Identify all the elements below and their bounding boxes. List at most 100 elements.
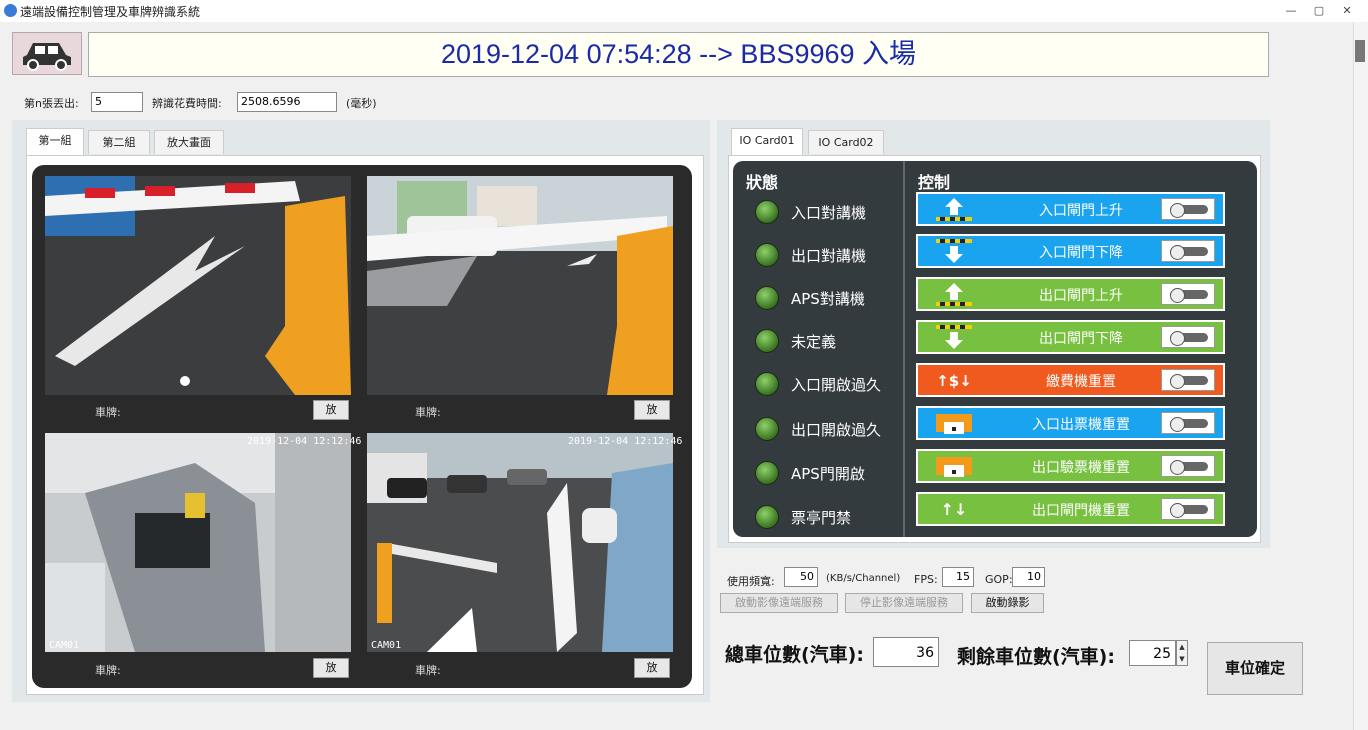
total-spaces-field[interactable]: 36	[873, 637, 939, 667]
start-recording-button[interactable]: 啟動錄影	[971, 593, 1044, 613]
control-row[interactable]: 入口閘門上升	[916, 192, 1225, 226]
car-mode-button[interactable]	[12, 32, 82, 75]
bandwidth-label: 使用頻寬:	[727, 575, 775, 588]
camera-feed-2[interactable]	[367, 176, 673, 395]
car-icon	[23, 43, 71, 71]
control-row[interactable]: 出口閘門上升	[916, 277, 1225, 311]
camera-3-plate-label: 車牌:	[95, 664, 121, 677]
svg-text:↑$↓: ↑$↓	[936, 372, 972, 390]
window-title-bar	[0, 0, 1368, 22]
control-toggle-switch[interactable]	[1161, 283, 1215, 305]
fps-field[interactable]: 15	[942, 567, 974, 587]
control-row[interactable]: ↑↓ 出口閘門機重置	[916, 492, 1225, 526]
status-label: APS門開啟	[791, 465, 865, 483]
minimize-button[interactable]: —	[1278, 2, 1304, 20]
status-led	[755, 286, 779, 310]
control-label: 出口閘門下降	[1039, 331, 1123, 347]
close-button[interactable]: ✕	[1334, 2, 1360, 20]
control-label: 入口閘門下降	[1039, 245, 1123, 261]
recognition-time-unit: (毫秒)	[346, 97, 377, 110]
status-label: 票亭門禁	[791, 509, 852, 527]
toggle-knob	[1170, 374, 1185, 389]
status-label: 出口對講機	[791, 247, 867, 265]
dropped-index-field[interactable]: 5	[91, 92, 143, 112]
status-label: APS對講機	[791, 290, 865, 308]
bandwidth-unit: (KB/s/Channel)	[826, 573, 901, 584]
control-label: 入口閘門上升	[1039, 203, 1123, 219]
control-toggle-switch[interactable]	[1161, 240, 1215, 262]
tab-group-2[interactable]: 第二組	[88, 130, 150, 154]
up-down-arrows-icon: ↑↓	[932, 496, 976, 522]
control-label: 出口閘門上升	[1039, 288, 1123, 304]
control-row[interactable]: 出口驗票機重置	[916, 449, 1225, 483]
arrow-up-barrier-icon	[932, 196, 976, 222]
control-label: 入口出票機重置	[1032, 417, 1130, 433]
control-toggle-switch[interactable]	[1161, 498, 1215, 520]
arrow-down-barrier-icon	[932, 324, 976, 350]
remaining-spaces-label: 剩餘車位數(汽車):	[957, 646, 1115, 668]
status-label: 出口開啟過久	[791, 421, 882, 439]
status-led	[755, 505, 779, 529]
control-row[interactable]: 出口閘門下降	[916, 320, 1225, 354]
remaining-spaces-field[interactable]: 25	[1129, 640, 1176, 666]
status-label: 入口對講機	[791, 204, 867, 222]
control-toggle-switch[interactable]	[1161, 326, 1215, 348]
control-toggle-switch[interactable]	[1161, 412, 1215, 434]
stop-video-service-button[interactable]: 停止影像遠端服務	[845, 593, 963, 613]
camera-4-zoom-button[interactable]: 放	[634, 658, 670, 678]
camera-feed-1[interactable]	[45, 176, 351, 395]
tab-io-card-02[interactable]: IO Card02	[808, 130, 884, 154]
ticket-machine-icon	[932, 453, 976, 479]
control-toggle-switch[interactable]	[1161, 198, 1215, 220]
toggle-knob	[1170, 203, 1185, 218]
tab-zoomed-view[interactable]: 放大畫面	[154, 130, 224, 154]
camera-1-zoom-button[interactable]: 放	[313, 400, 349, 420]
toggle-knob	[1170, 331, 1185, 346]
camera-feed-4[interactable]	[367, 433, 673, 652]
status-led	[755, 417, 779, 441]
bandwidth-field[interactable]: 50	[784, 567, 818, 587]
scrollbar-thumb[interactable]	[1355, 40, 1365, 62]
control-toggle-switch[interactable]	[1161, 369, 1215, 391]
dropped-index-label: 第n張丟出:	[24, 97, 79, 110]
status-label: 入口開啟過久	[791, 376, 882, 394]
status-header: 狀態	[746, 173, 779, 192]
status-led	[755, 372, 779, 396]
camera-3-timestamp: 2019-12-04 12:12:46	[247, 436, 362, 447]
vertical-scrollbar[interactable]	[1353, 22, 1368, 730]
toggle-knob	[1170, 288, 1185, 303]
gop-label: GOP:	[985, 573, 1013, 586]
remaining-spaces-spinner[interactable]: ▲ ▼	[1176, 640, 1188, 666]
gop-field[interactable]: 10	[1012, 567, 1045, 587]
camera-4-timestamp: 2019-12-04 12:12:46	[568, 436, 683, 447]
tab-group-1[interactable]: 第一組	[26, 128, 84, 155]
start-video-service-button[interactable]: 啟動影像遠端服務	[720, 593, 838, 613]
status-led	[755, 243, 779, 267]
total-spaces-label: 總車位數(汽車):	[725, 644, 864, 666]
control-toggle-switch[interactable]	[1161, 455, 1215, 477]
recognition-time-field[interactable]: 2508.6596	[237, 92, 337, 112]
toggle-knob	[1170, 460, 1185, 475]
control-row[interactable]: 入口出票機重置	[916, 406, 1225, 440]
control-row[interactable]: 入口閘門下降	[916, 234, 1225, 268]
recognition-time-label: 辨識花費時間:	[152, 97, 222, 110]
status-label: 未定義	[791, 333, 837, 351]
payment-reset-icon: ↑$↓	[932, 367, 976, 393]
arrow-up-barrier-icon	[932, 281, 976, 307]
camera-3-zoom-button[interactable]: 放	[313, 658, 349, 678]
camera-2-zoom-button[interactable]: 放	[634, 400, 670, 420]
camera-3-id: CAM01	[49, 640, 80, 651]
toggle-knob	[1170, 503, 1185, 518]
svg-text:↑↓: ↑↓	[941, 500, 968, 519]
restore-button[interactable]: ▢	[1306, 2, 1332, 20]
io-divider	[903, 161, 905, 537]
status-led	[755, 461, 779, 485]
toggle-knob	[1170, 417, 1185, 432]
status-led	[755, 329, 779, 353]
control-row[interactable]: ↑$↓ 繳費機重置	[916, 363, 1225, 397]
fps-label: FPS:	[914, 573, 938, 586]
window-title: 遠端設備控制管理及車牌辨識系統	[20, 5, 201, 19]
confirm-spaces-button[interactable]: 車位確定	[1207, 642, 1303, 695]
camera-feed-3[interactable]	[45, 433, 351, 652]
tab-io-card-01[interactable]: IO Card01	[731, 128, 803, 155]
